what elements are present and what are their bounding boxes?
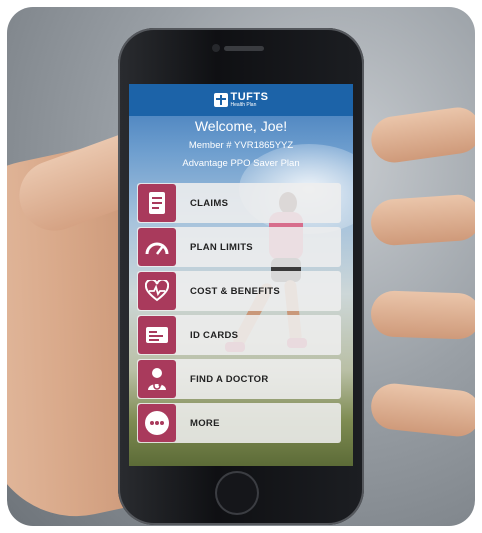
plan-name: Advantage PPO Saver Plan [182, 158, 300, 169]
hand-finger [368, 104, 475, 166]
hand-finger [369, 193, 475, 247]
claims-document-icon [138, 184, 176, 222]
logo-subtitle: Health Plan [230, 102, 257, 108]
menu-item-label: CLAIMS [190, 197, 229, 209]
front-camera [212, 44, 220, 52]
welcome-text: Welcome, Joe! [194, 118, 288, 134]
member-number: Member # YVR1865YYZ [188, 140, 294, 151]
menu-item-claims[interactable]: CLAIMS [137, 183, 341, 223]
home-button[interactable] [215, 471, 259, 515]
id-card-icon [138, 316, 176, 354]
menu-item-label: PLAN LIMITS [190, 241, 253, 253]
app-screen: TUFTS Health Plan Welcome, Joe! Member #… [129, 84, 353, 466]
menu-item-label: MORE [190, 417, 220, 429]
doctor-icon [138, 360, 176, 398]
tufts-logo-icon [213, 93, 228, 107]
menu-item-more[interactable]: MORE [137, 403, 341, 443]
earpiece-speaker [224, 46, 264, 51]
heart-pulse-icon [138, 272, 176, 310]
hand-finger [370, 290, 475, 340]
more-dots-icon [138, 404, 176, 442]
menu-item-label: COST & BENEFITS [190, 285, 281, 297]
menu-item-label: ID CARDS [190, 329, 239, 341]
smartphone: TUFTS Health Plan Welcome, Joe! Member #… [118, 28, 364, 525]
app-header: TUFTS Health Plan [129, 84, 353, 116]
menu-item-find-doctor[interactable]: FIND A DOCTOR [137, 359, 341, 399]
menu-item-cost-benefits[interactable]: COST & BENEFITS [137, 271, 341, 311]
tufts-logo: TUFTS Health Plan [213, 92, 269, 108]
menu-item-id-cards[interactable]: ID CARDS [137, 315, 341, 355]
gauge-icon [138, 228, 176, 266]
menu-item-label: FIND A DOCTOR [190, 373, 269, 385]
hand-finger [368, 381, 475, 439]
menu-item-plan-limits[interactable]: PLAN LIMITS [137, 227, 341, 267]
main-menu: CLAIMS PLAN LIMITS COST & BENEFITS ID CA… [137, 183, 341, 447]
